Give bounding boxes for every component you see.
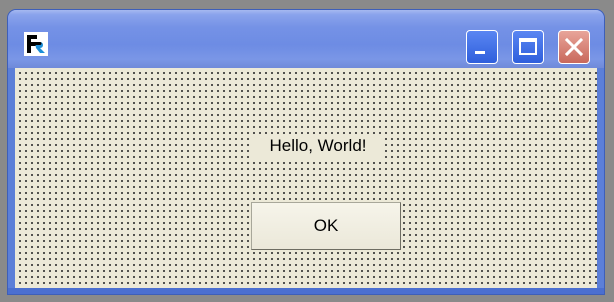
close-icon bbox=[564, 37, 584, 57]
minimize-icon bbox=[475, 51, 485, 54]
maximize-icon bbox=[519, 38, 537, 55]
dialog-window: Hello, World! OK bbox=[8, 10, 604, 294]
title-bar[interactable] bbox=[8, 10, 604, 68]
message-label: Hello, World! bbox=[253, 134, 383, 158]
minimize-button[interactable] bbox=[466, 30, 498, 64]
maximize-button[interactable] bbox=[512, 30, 544, 64]
window-bottom-border bbox=[8, 288, 604, 294]
dialog-client-area: Hello, World! OK bbox=[15, 68, 597, 288]
app-logo-icon bbox=[24, 32, 48, 56]
close-button[interactable] bbox=[558, 30, 590, 64]
ok-button[interactable]: OK bbox=[251, 202, 401, 250]
